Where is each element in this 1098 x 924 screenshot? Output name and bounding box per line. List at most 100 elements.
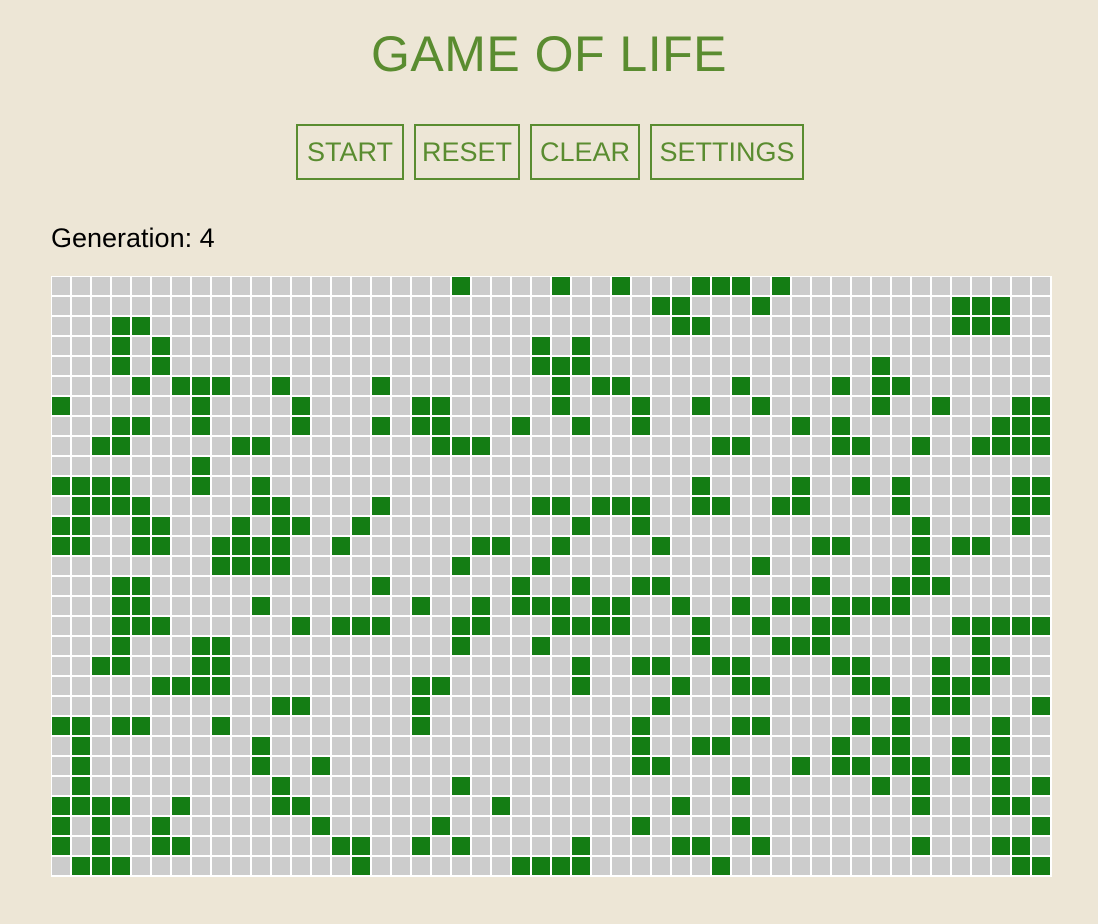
cell-dead[interactable] (112, 817, 130, 835)
cell-dead[interactable] (172, 557, 190, 575)
cell-dead[interactable] (832, 697, 850, 715)
cell-dead[interactable] (592, 577, 610, 595)
cell-alive[interactable] (552, 357, 570, 375)
cell-dead[interactable] (512, 837, 530, 855)
cell-alive[interactable] (912, 797, 930, 815)
cell-dead[interactable] (572, 737, 590, 755)
cell-dead[interactable] (432, 377, 450, 395)
cell-dead[interactable] (812, 357, 830, 375)
cell-dead[interactable] (712, 717, 730, 735)
cell-dead[interactable] (632, 457, 650, 475)
cell-dead[interactable] (952, 377, 970, 395)
cell-dead[interactable] (312, 717, 330, 735)
cell-dead[interactable] (752, 437, 770, 455)
cell-alive[interactable] (552, 857, 570, 875)
cell-alive[interactable] (632, 817, 650, 835)
cell-dead[interactable] (972, 717, 990, 735)
cell-dead[interactable] (452, 797, 470, 815)
cell-dead[interactable] (832, 317, 850, 335)
cell-alive[interactable] (592, 497, 610, 515)
cell-dead[interactable] (972, 377, 990, 395)
cell-dead[interactable] (672, 817, 690, 835)
cell-dead[interactable] (592, 297, 610, 315)
cell-alive[interactable] (892, 757, 910, 775)
cell-dead[interactable] (92, 617, 110, 635)
cell-dead[interactable] (712, 517, 730, 535)
cell-dead[interactable] (872, 817, 890, 835)
cell-dead[interactable] (952, 857, 970, 875)
cell-dead[interactable] (192, 717, 210, 735)
cell-alive[interactable] (552, 497, 570, 515)
cell-dead[interactable] (852, 617, 870, 635)
cell-dead[interactable] (992, 597, 1010, 615)
cell-dead[interactable] (912, 497, 930, 515)
cell-alive[interactable] (1012, 417, 1030, 435)
cell-dead[interactable] (612, 477, 630, 495)
cell-dead[interactable] (932, 477, 950, 495)
cell-dead[interactable] (52, 497, 70, 515)
cell-dead[interactable] (72, 577, 90, 595)
cell-dead[interactable] (432, 477, 450, 495)
cell-dead[interactable] (332, 417, 350, 435)
cell-alive[interactable] (52, 477, 70, 495)
cell-dead[interactable] (192, 317, 210, 335)
cell-dead[interactable] (592, 737, 610, 755)
cell-dead[interactable] (412, 497, 430, 515)
cell-dead[interactable] (192, 697, 210, 715)
cell-alive[interactable] (572, 677, 590, 695)
cell-alive[interactable] (672, 677, 690, 695)
cell-dead[interactable] (232, 717, 250, 735)
cell-alive[interactable] (272, 377, 290, 395)
cell-alive[interactable] (712, 277, 730, 295)
cell-dead[interactable] (72, 677, 90, 695)
cell-dead[interactable] (52, 777, 70, 795)
cell-dead[interactable] (632, 797, 650, 815)
cell-dead[interactable] (72, 637, 90, 655)
cell-dead[interactable] (492, 457, 510, 475)
cell-alive[interactable] (172, 837, 190, 855)
cell-dead[interactable] (352, 597, 370, 615)
cell-dead[interactable] (972, 497, 990, 515)
cell-dead[interactable] (452, 657, 470, 675)
cell-dead[interactable] (132, 437, 150, 455)
cell-dead[interactable] (332, 497, 350, 515)
cell-dead[interactable] (312, 637, 330, 655)
cell-dead[interactable] (232, 417, 250, 435)
cell-dead[interactable] (232, 797, 250, 815)
cell-dead[interactable] (812, 397, 830, 415)
cell-alive[interactable] (292, 517, 310, 535)
cell-alive[interactable] (1032, 477, 1050, 495)
cell-dead[interactable] (392, 857, 410, 875)
cell-alive[interactable] (912, 537, 930, 555)
cell-dead[interactable] (472, 637, 490, 655)
cell-dead[interactable] (112, 837, 130, 855)
cell-dead[interactable] (472, 517, 490, 535)
cell-dead[interactable] (312, 597, 330, 615)
cell-dead[interactable] (792, 837, 810, 855)
cell-alive[interactable] (112, 637, 130, 655)
cell-dead[interactable] (312, 857, 330, 875)
cell-alive[interactable] (252, 757, 270, 775)
cell-alive[interactable] (952, 737, 970, 755)
cell-alive[interactable] (472, 597, 490, 615)
cell-dead[interactable] (592, 397, 610, 415)
cell-dead[interactable] (812, 737, 830, 755)
cell-dead[interactable] (752, 577, 770, 595)
cell-dead[interactable] (132, 357, 150, 375)
cell-dead[interactable] (752, 817, 770, 835)
cell-dead[interactable] (472, 697, 490, 715)
cell-alive[interactable] (592, 377, 610, 395)
cell-dead[interactable] (912, 337, 930, 355)
cell-dead[interactable] (792, 717, 810, 735)
cell-dead[interactable] (372, 697, 390, 715)
cell-dead[interactable] (492, 497, 510, 515)
cell-dead[interactable] (252, 777, 270, 795)
cell-dead[interactable] (232, 757, 250, 775)
cell-dead[interactable] (212, 277, 230, 295)
cell-dead[interactable] (692, 697, 710, 715)
cell-dead[interactable] (752, 697, 770, 715)
cell-dead[interactable] (872, 797, 890, 815)
cell-dead[interactable] (132, 797, 150, 815)
cell-dead[interactable] (72, 617, 90, 635)
cell-dead[interactable] (892, 437, 910, 455)
